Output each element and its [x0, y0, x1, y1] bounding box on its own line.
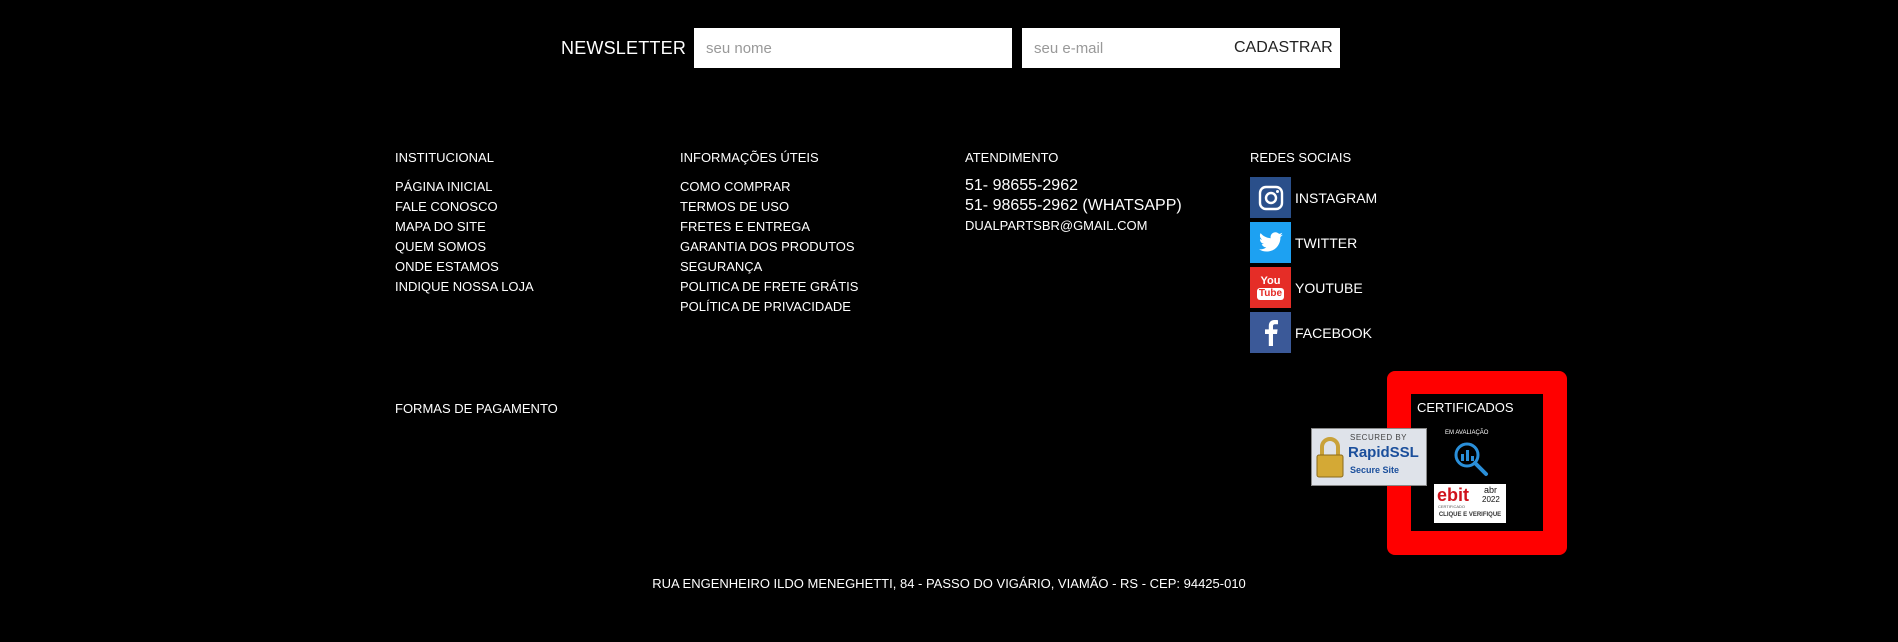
link-garantia-dos-produtos[interactable]: GARANTIA DOS PRODUTOS	[680, 237, 858, 257]
phone-number: 51- 98655-2962	[965, 177, 1078, 194]
twitter-icon	[1250, 222, 1291, 263]
newsletter-name-input[interactable]	[694, 28, 1012, 68]
social-instagram[interactable]: INSTAGRAM	[1250, 177, 1377, 218]
informacoes-title: INFORMAÇÕES ÚTEIS	[680, 150, 819, 165]
atendimento-title: ATENDIMENTO	[965, 150, 1059, 165]
link-pagina-inicial[interactable]: PÁGINA INICIAL	[395, 177, 534, 197]
newsletter-submit-button[interactable]: CADASTRAR	[1228, 28, 1338, 68]
social-instagram-label: INSTAGRAM	[1295, 189, 1378, 206]
link-como-comprar[interactable]: COMO COMPRAR	[680, 177, 858, 197]
secure-site-label: Secure Site	[1350, 465, 1400, 475]
ebit-month: abr	[1484, 485, 1498, 495]
rapidssl-brand: RapidSSL	[1348, 444, 1419, 461]
atendimento-column: ATENDIMENTO 51- 98655-2962 51- 98655-296…	[965, 150, 1182, 236]
social-twitter[interactable]: TWITTER	[1250, 222, 1377, 263]
rapidssl-seal[interactable]: SECURED BY RapidSSL Secure Site	[1311, 428, 1427, 486]
formas-de-pagamento-title: FORMAS DE PAGAMENTO	[395, 401, 558, 416]
facebook-icon	[1250, 312, 1291, 353]
link-fretes-e-entrega[interactable]: FRETES E ENTREGA	[680, 217, 858, 237]
ebit-logo: ebit	[1437, 485, 1470, 505]
ebit-badge[interactable]: ebit CERTIFICADO abr 2022 CLIQUE E VERIF…	[1434, 484, 1506, 523]
link-seguranca[interactable]: SEGURANÇA	[680, 257, 858, 277]
link-politica-de-privacidade[interactable]: POLÍTICA DE PRIVACIDADE	[680, 297, 858, 317]
certificados-title: CERTIFICADOS	[1417, 400, 1514, 415]
social-youtube-label: YOUTUBE	[1295, 279, 1363, 296]
footer-address: RUA ENGENHEIRO ILDO MENEGHETTI, 84 - PAS…	[652, 576, 1246, 591]
ebit-sub-label: CERTIFICADO	[1438, 504, 1466, 509]
newsletter-title: NEWSLETTER	[561, 38, 687, 58]
youtube-icon: You Tube	[1250, 267, 1291, 308]
social-twitter-label: TWITTER	[1295, 234, 1358, 251]
link-fale-conosco[interactable]: FALE CONOSCO	[395, 197, 534, 217]
institucional-column: INSTITUCIONAL PÁGINA INICIAL FALE CONOSC…	[395, 150, 534, 297]
em-avaliacao-label: EM AVALIAÇÃO	[1445, 430, 1489, 436]
secured-by-label: SECURED BY	[1350, 433, 1408, 442]
link-politica-frete-gratis[interactable]: POLITICA DE FRETE GRÁTIS	[680, 277, 858, 297]
ebit-cta: CLIQUE E VERIFIQUE	[1438, 512, 1502, 518]
link-onde-estamos[interactable]: ONDE ESTAMOS	[395, 257, 534, 277]
contact-email[interactable]: DUALPARTSBR@GMAIL.COM	[965, 216, 1182, 236]
social-facebook[interactable]: FACEBOOK	[1250, 312, 1377, 353]
whatsapp-number: 51- 98655-2962 (WHATSAPP)	[965, 197, 1182, 214]
institucional-title: INSTITUCIONAL	[395, 150, 494, 165]
redes-sociais-title: REDES SOCIAIS	[1250, 150, 1352, 165]
ebit-year: 2022	[1482, 495, 1500, 504]
informacoes-column: INFORMAÇÕES ÚTEIS COMO COMPRAR TERMOS DE…	[680, 150, 858, 317]
magnifier-chart-icon[interactable]	[1452, 440, 1492, 485]
redes-sociais-column: REDES SOCIAIS INSTAGRAM TWITTER You Tube…	[1250, 150, 1377, 357]
social-facebook-label: FACEBOOK	[1295, 324, 1373, 341]
padlock-icon	[1315, 435, 1345, 479]
link-quem-somos[interactable]: QUEM SOMOS	[395, 237, 534, 257]
link-indique-nossa-loja[interactable]: INDIQUE NOSSA LOJA	[395, 277, 534, 297]
social-youtube[interactable]: You Tube YOUTUBE	[1250, 267, 1377, 308]
link-mapa-do-site[interactable]: MAPA DO SITE	[395, 217, 534, 237]
link-termos-de-uso[interactable]: TERMOS DE USO	[680, 197, 858, 217]
instagram-icon	[1250, 177, 1291, 218]
